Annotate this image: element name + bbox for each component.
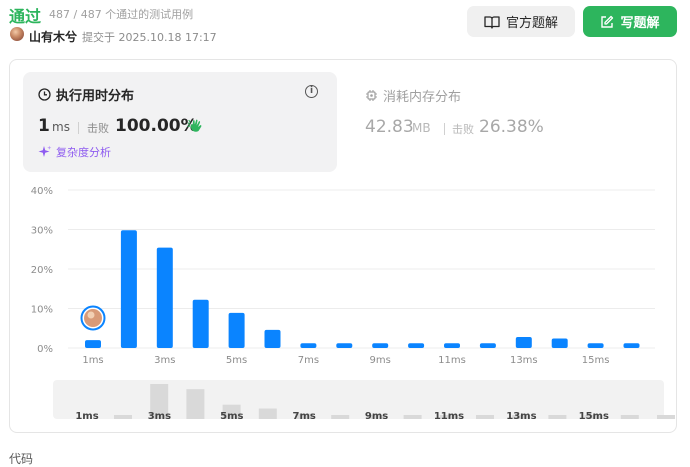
overview-tick-label: 11ms bbox=[434, 411, 464, 422]
y-tick-label: 30% bbox=[31, 226, 53, 237]
y-tick-label: 0% bbox=[37, 344, 53, 355]
overview-tick-label: 3ms bbox=[148, 411, 171, 422]
x-tick-label: 11ms bbox=[438, 355, 466, 366]
x-tick-label: 7ms bbox=[298, 355, 319, 366]
x-tick-label: 3ms bbox=[154, 355, 175, 366]
overview-bar bbox=[476, 415, 494, 419]
overview-bar bbox=[657, 415, 675, 419]
overview-bar bbox=[258, 408, 277, 419]
bar bbox=[551, 338, 568, 348]
x-tick-label: 15ms bbox=[582, 355, 610, 366]
bar bbox=[408, 343, 425, 348]
runtime-distribution-chart: 0% 10% 20% 30% 40% 1ms 3ms 5ms 7ms 9ms 11ms 13ms 15m… bbox=[31, 186, 675, 422]
bar bbox=[300, 343, 317, 348]
user-avatar-marker-face bbox=[87, 311, 95, 319]
overview-tick-label: 5ms bbox=[220, 411, 243, 422]
overview-bar bbox=[548, 415, 567, 419]
overview-tick-label: 9ms bbox=[365, 411, 388, 422]
overview-bar bbox=[186, 389, 205, 419]
y-tick-label: 10% bbox=[31, 305, 53, 316]
overview-bar bbox=[331, 415, 350, 419]
overview-tick-label: 1ms bbox=[75, 411, 98, 422]
bar bbox=[444, 343, 460, 348]
y-tick-label: 20% bbox=[31, 265, 53, 276]
overview-bar bbox=[114, 415, 132, 419]
overview-tick-label: 7ms bbox=[293, 411, 316, 422]
overview-tick-label: 15ms bbox=[579, 411, 609, 422]
user-avatar-marker bbox=[84, 309, 102, 327]
y-tick-label: 40% bbox=[31, 186, 53, 197]
bar bbox=[587, 343, 604, 348]
bar bbox=[336, 343, 353, 348]
bar bbox=[515, 336, 532, 348]
overview-bar bbox=[403, 415, 422, 419]
x-tick-label: 1ms bbox=[82, 355, 103, 366]
bar bbox=[156, 247, 173, 348]
overview-bar bbox=[620, 415, 639, 419]
x-tick-label: 13ms bbox=[510, 355, 538, 366]
bar bbox=[479, 343, 496, 348]
x-tick-label: 5ms bbox=[226, 355, 247, 366]
code-section-label: 代码 bbox=[9, 452, 34, 466]
bar bbox=[623, 343, 640, 348]
bar bbox=[228, 312, 245, 348]
bar bbox=[85, 340, 101, 348]
bar bbox=[192, 299, 209, 348]
overview-tick-label: 13ms bbox=[506, 411, 536, 422]
x-tick-label: 9ms bbox=[370, 355, 391, 366]
bar bbox=[372, 343, 389, 348]
bar bbox=[264, 329, 281, 348]
bar bbox=[120, 230, 137, 348]
